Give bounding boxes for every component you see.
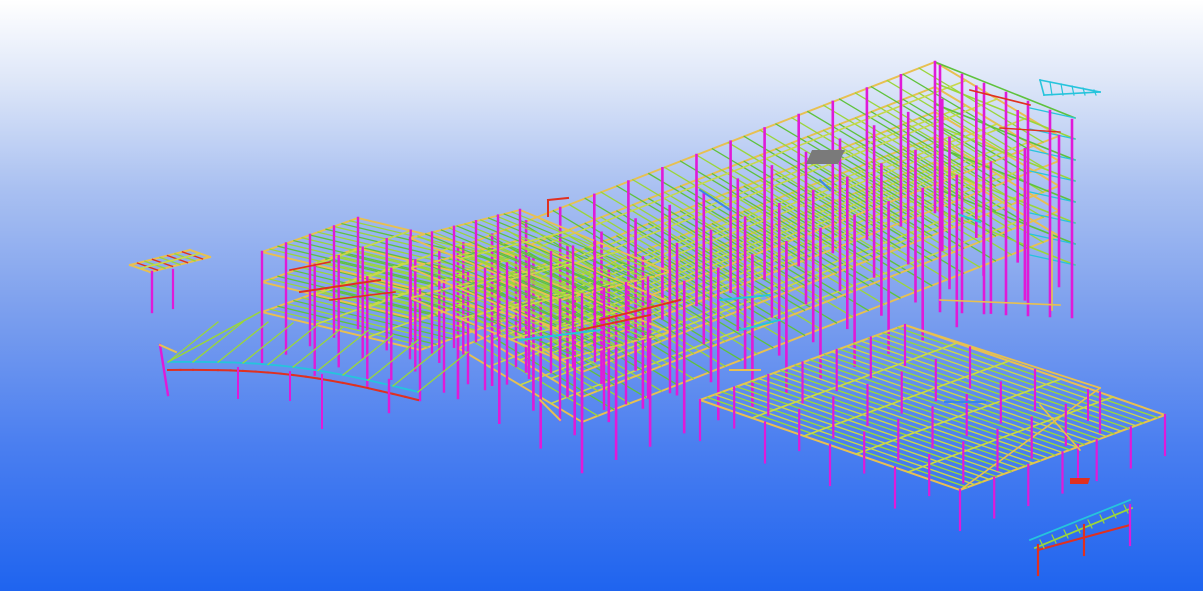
isolated-frame-bottom-right — [1028, 498, 1134, 577]
special-beam — [969, 89, 1031, 106]
steel-structure-model[interactable] — [0, 0, 1203, 591]
3d-model-viewport[interactable] — [0, 0, 1203, 591]
canopy-edge — [379, 381, 395, 387]
canopy-rib — [292, 326, 344, 368]
canopy-edge — [166, 310, 262, 364]
right-low-platform — [698, 323, 1167, 532]
canopy-edge — [329, 371, 345, 376]
canopy-edge — [254, 370, 270, 374]
canopy-edge — [291, 373, 307, 378]
canopy-edge — [341, 381, 357, 387]
canopy-edge — [304, 367, 320, 372]
detail-member — [546, 196, 570, 202]
canopy-edge — [229, 361, 244, 364]
canopy-edge — [279, 364, 294, 368]
canopy-edge — [391, 392, 407, 399]
canopy-edge — [329, 379, 345, 385]
canopy-edge — [379, 389, 395, 396]
floor-beam — [269, 308, 429, 348]
canopy-edge — [316, 369, 332, 374]
canopy-edge — [404, 387, 420, 394]
canopy-rib — [317, 329, 369, 372]
canopy-edge — [316, 377, 332, 382]
edge-beam — [1028, 498, 1132, 542]
column — [158, 343, 170, 397]
canopy-edge — [341, 373, 357, 379]
canopy-edge — [241, 369, 257, 373]
canopy-edge — [366, 386, 382, 393]
canopy-edge — [304, 375, 320, 380]
canopy-edge — [279, 372, 295, 377]
roof-frame — [1049, 81, 1053, 96]
roof-frame — [1039, 79, 1045, 96]
canopy-rib — [167, 321, 219, 363]
isolated-frame-left — [128, 248, 212, 314]
canopy-edge — [366, 379, 382, 385]
canopy-rib — [367, 339, 419, 382]
canopy-rib — [392, 344, 444, 387]
canopy-edge — [391, 384, 407, 390]
edge-beam — [158, 343, 178, 354]
base-plate — [1070, 478, 1090, 484]
canopy-rib — [217, 321, 269, 364]
canopy-rib — [192, 320, 244, 363]
canopy-edge — [266, 371, 282, 375]
canopy-edge — [229, 369, 245, 372]
canopy-edge — [291, 365, 307, 370]
canopy-edge — [404, 395, 420, 402]
canopy-edge — [254, 362, 269, 366]
main-building-block — [456, 60, 1101, 474]
roof-frame — [1039, 79, 1101, 93]
canopy-edge — [267, 363, 282, 367]
canopy-edge — [242, 361, 257, 365]
